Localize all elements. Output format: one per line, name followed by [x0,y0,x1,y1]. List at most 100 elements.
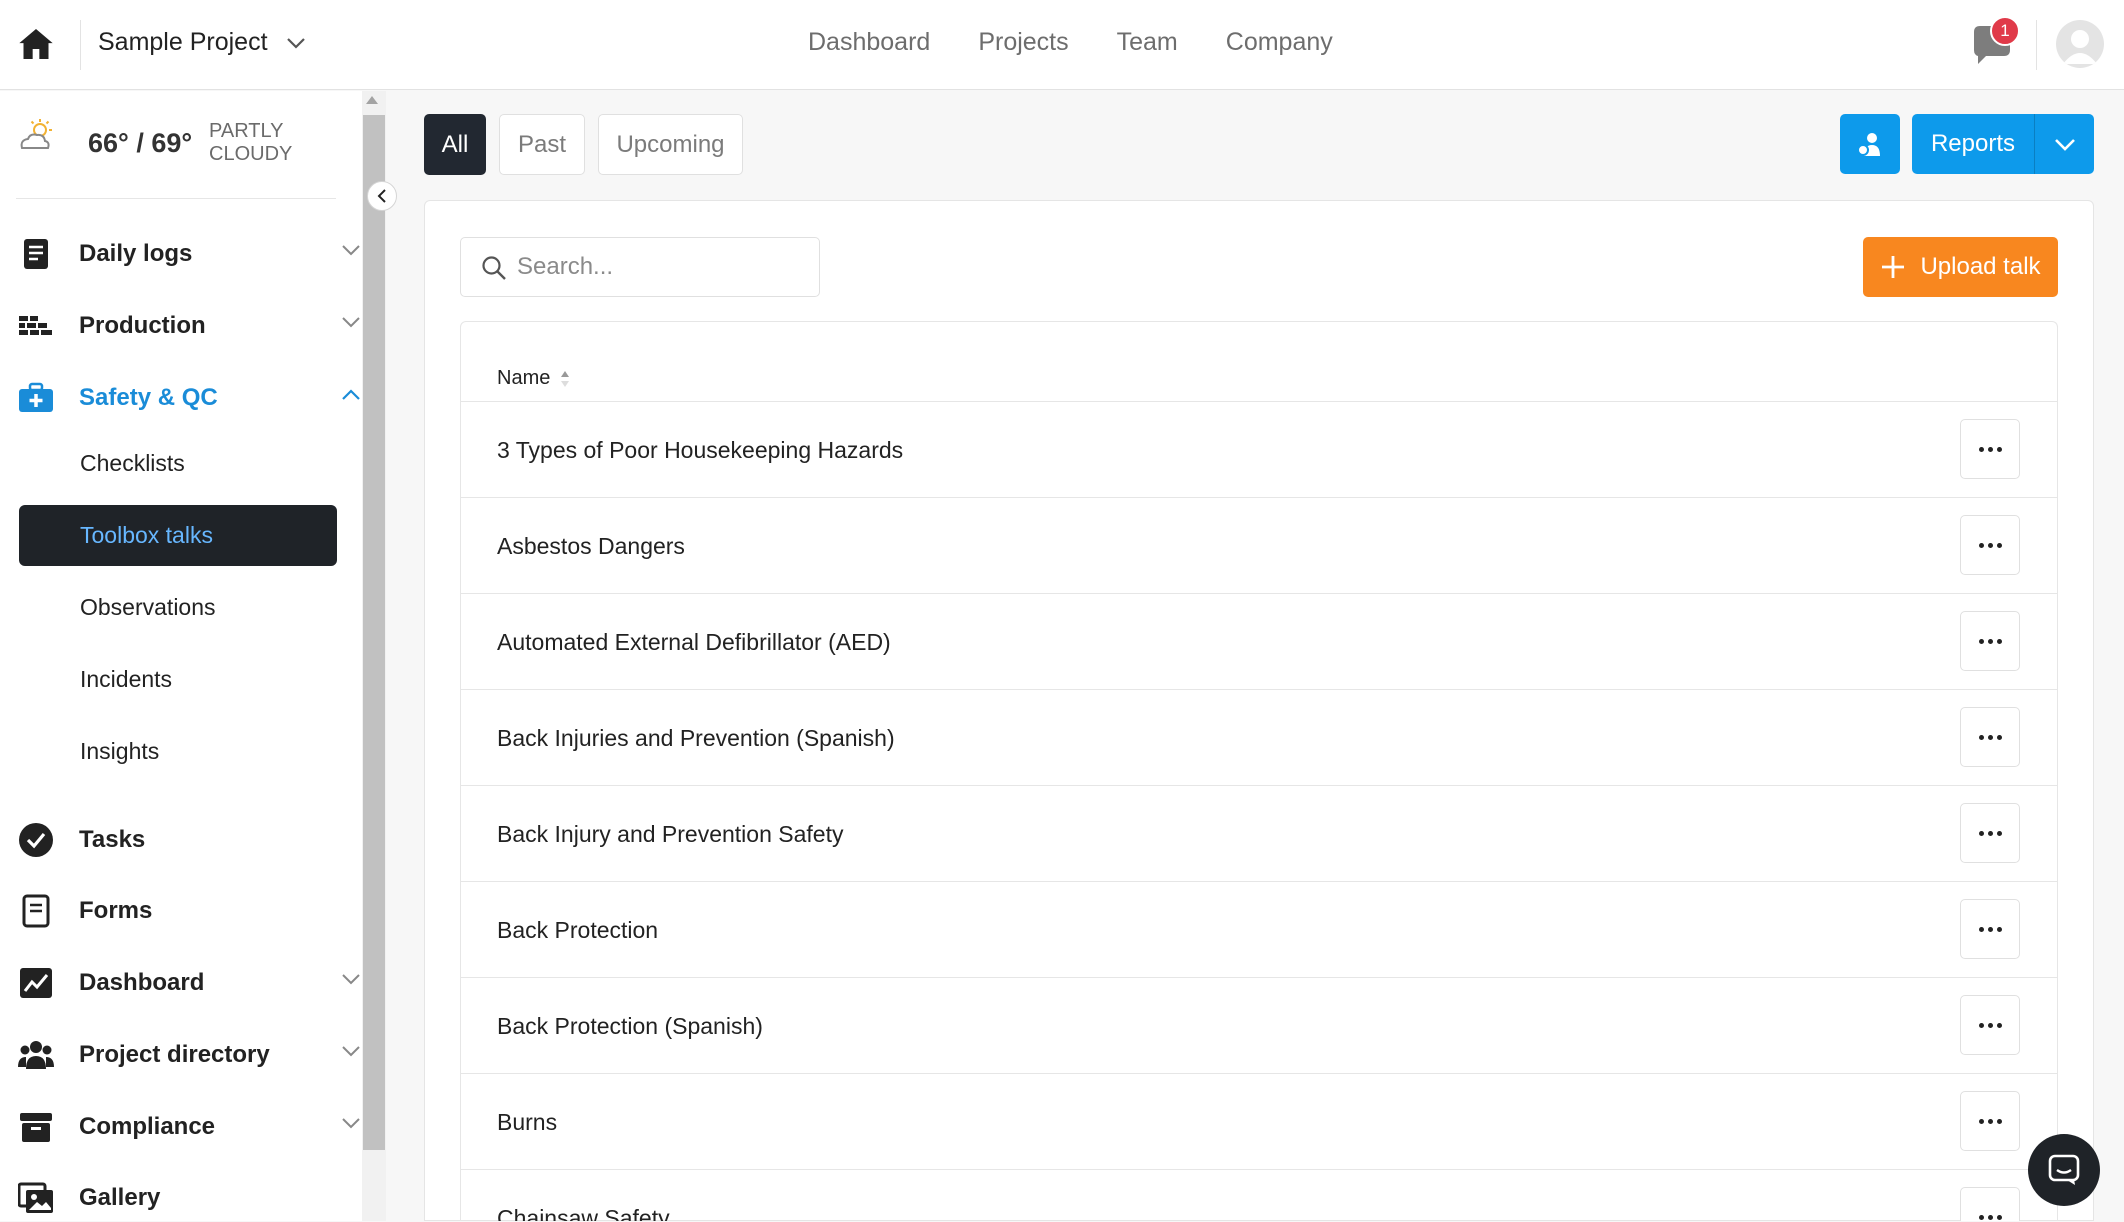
chevron-down-icon [342,1118,360,1129]
table-row[interactable]: 3 Types of Poor Housekeeping Hazards [461,402,2057,498]
check-circle-icon [19,823,53,857]
sidebar-subitem-incidents[interactable]: Incidents [80,666,172,693]
table-row[interactable]: Back Protection (Spanish) [461,978,2057,1074]
sidebar-item-label: Daily logs [79,240,193,267]
reports-dropdown-toggle[interactable] [2035,138,2094,151]
temperature: 66° / 69° [88,128,193,158]
sidebar-item-dashboard[interactable]: Dashboard [0,957,362,1007]
reports-button[interactable]: Reports [1912,114,2094,174]
sort-icon [561,370,570,387]
support-chat-button[interactable] [2028,1134,2100,1206]
table-row[interactable]: Automated External Defibrillator (AED) [461,594,2057,690]
talk-name[interactable]: Back Injuries and Prevention (Spanish) [497,725,895,752]
sidebar-subitem-label: Toolbox talks [80,522,213,548]
tab-all[interactable]: All [424,114,486,175]
home-icon[interactable] [14,24,58,64]
archive-icon [20,1113,52,1142]
table-header: Name [461,322,2057,402]
sidebar-item-gallery[interactable]: Gallery [0,1172,362,1222]
table-row[interactable]: Chainsaw Safety [461,1170,2057,1221]
talks-table: Name 3 Types of Poor Housekeeping Hazard… [460,321,2058,1221]
project-name: Sample Project [98,28,268,56]
more-options-button[interactable] [1960,803,2020,863]
divider [2036,20,2037,70]
sidebar-item-label: Tasks [79,826,146,853]
top-bar: Sample Project Dashboard Projects Team C… [0,0,2124,90]
table-row[interactable]: Back Injury and Prevention Safety [461,786,2057,882]
talk-name[interactable]: Burns [497,1109,557,1136]
sidebar-item-production[interactable]: Production [0,300,362,350]
daily-logs-icon [24,239,48,269]
weather-condition-line1: PARTLY [209,120,284,142]
more-options-button[interactable] [1960,899,2020,959]
chevron-up-icon [342,389,360,400]
more-options-button[interactable] [1960,611,2020,671]
sidebar-subitem-observations[interactable]: Observations [80,594,216,621]
topnav-company[interactable]: Company [1226,28,1333,57]
talk-name[interactable]: Back Protection [497,917,658,944]
sidebar-item-label: Compliance [79,1113,216,1140]
more-options-button[interactable] [1960,995,2020,1055]
first-aid-kit-icon [19,382,53,412]
sidebar-item-label: Forms [79,897,153,924]
talk-name[interactable]: Back Injury and Prevention Safety [497,821,843,848]
table-row[interactable]: Back Injuries and Prevention (Spanish) [461,690,2057,786]
talk-name[interactable]: 3 Types of Poor Housekeeping Hazards [497,437,903,464]
talk-name[interactable]: Asbestos Dangers [497,533,685,560]
sidebar-subitem-checklists[interactable]: Checklists [80,450,185,477]
talk-name[interactable]: Chainsaw Safety [497,1205,670,1221]
talk-name[interactable]: Automated External Defibrillator (AED) [497,629,891,656]
divider [16,198,336,199]
sidebar-item-label: Gallery [79,1184,161,1211]
weather-condition-line2: CLOUDY [209,143,293,165]
sidebar-item-label: Project directory [79,1041,270,1068]
topnav-team[interactable]: Team [1117,28,1178,57]
topnav-projects[interactable]: Projects [978,28,1068,57]
sidebar-item-forms[interactable]: Forms [0,885,362,935]
sidebar-subitem-insights[interactable]: Insights [80,738,159,765]
search-box[interactable] [460,237,820,297]
sidebar-item-tasks[interactable]: Tasks [0,814,362,864]
sidebar-item-daily-logs[interactable]: Daily logs [0,228,362,278]
more-options-button[interactable] [1960,1187,2020,1221]
chevron-down-icon [2054,138,2075,151]
table-row[interactable]: Asbestos Dangers [461,498,2057,594]
topnav-dashboard[interactable]: Dashboard [808,28,930,57]
more-options-button[interactable] [1960,515,2020,575]
user-assign-icon [1857,133,1880,156]
collapse-sidebar-button[interactable] [367,181,397,211]
chevron-down-icon [342,1046,360,1057]
tab-upcoming[interactable]: Upcoming [598,114,743,175]
upload-talk-button[interactable]: Upload talk [1863,237,2058,297]
more-options-button[interactable] [1960,419,2020,479]
scrollbar-thumb[interactable] [363,115,385,1150]
table-row[interactable]: Back Protection [461,882,2057,978]
name-column-header[interactable]: Name [497,367,570,390]
tab-past[interactable]: Past [499,114,585,175]
more-options-button[interactable] [1960,707,2020,767]
sidebar-subitem-toolbox-talks[interactable]: Toolbox talks [19,505,337,566]
column-label: Name [497,367,551,389]
search-input[interactable] [517,252,807,282]
sidebar-item-project-directory[interactable]: Project directory [0,1029,362,1079]
gallery-icon [18,1182,53,1213]
sidebar-item-compliance[interactable]: Compliance [0,1101,362,1151]
sidebar-item-label: Dashboard [79,969,205,996]
talk-name[interactable]: Back Protection (Spanish) [497,1013,763,1040]
forms-icon [22,894,50,928]
partly-cloudy-icon [20,119,52,149]
chevron-down-icon [342,245,360,256]
notification-badge: 1 [1990,16,2020,46]
weather-widget [16,116,56,156]
table-row[interactable]: Burns [461,1074,2057,1170]
project-selector[interactable]: Sample Project [98,28,306,57]
avatar[interactable] [2056,20,2104,68]
scroll-up-icon[interactable] [366,96,378,104]
sidebar-item-safety-qc[interactable]: Safety & QC [0,372,362,422]
weather-condition: PARTLY CLOUDY [209,120,292,166]
messenger-icon [2048,1154,2080,1185]
reports-label: Reports [1930,130,2016,157]
more-options-button[interactable] [1960,1091,2020,1151]
top-nav: Dashboard Projects Team Company [808,28,1333,57]
assign-user-button[interactable] [1840,114,1900,174]
